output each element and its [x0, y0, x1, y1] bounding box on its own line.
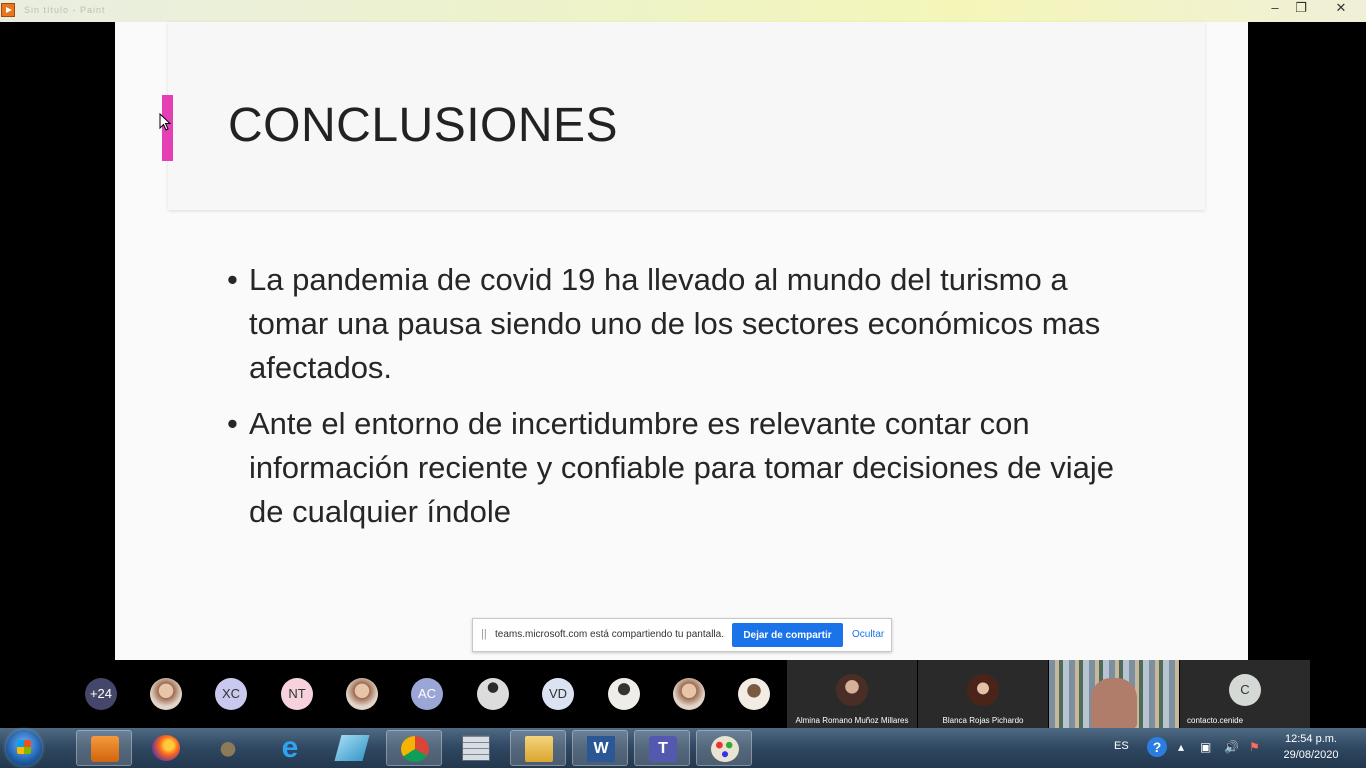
notes-icon — [334, 735, 370, 761]
taskbar-app-paint[interactable] — [696, 730, 752, 766]
faded-window-title: Sin título - Paint — [24, 5, 106, 15]
calculator-icon — [462, 735, 490, 761]
mouse-cursor-icon — [159, 113, 171, 131]
more-participants-badge[interactable]: +24 — [85, 678, 117, 710]
paint-icon — [711, 736, 739, 762]
word-icon: W — [587, 736, 615, 762]
language-indicator[interactable]: ES — [1114, 740, 1129, 752]
taskbar-app-word[interactable]: W — [572, 730, 628, 766]
drag-handle-icon[interactable]: || — [481, 628, 487, 640]
participant-name: Blanca Rojas Pichardo — [942, 716, 1024, 725]
participant-tile[interactable]: Blanca Rojas Pichardo — [918, 660, 1048, 728]
hide-link[interactable]: Ocultar — [852, 629, 884, 640]
window-titlebar: Sin título - Paint – ❐ ✕ — [0, 0, 1366, 22]
participant-avatar[interactable]: NT — [281, 678, 313, 710]
participant-name: Almina Romano Muñoz Millares — [795, 716, 909, 725]
participant-avatar[interactable] — [608, 678, 640, 710]
participant-avatar[interactable] — [673, 678, 705, 710]
volume-icon[interactable]: 🔊 — [1224, 740, 1239, 754]
taskbar-app-ie[interactable]: e — [262, 730, 318, 766]
help-icon[interactable]: ? — [1147, 737, 1167, 757]
start-button[interactable] — [6, 730, 42, 766]
screen-share-bar: || teams.microsoft.com está compartiendo… — [472, 618, 892, 652]
folder-icon — [525, 736, 553, 762]
bullet-list: La pandemia de covid 19 ha llevado al mu… — [227, 258, 1147, 546]
shared-slide: CONCLUSIONES La pandemia de covid 19 ha … — [115, 22, 1248, 660]
teams-icon: T — [649, 736, 677, 762]
network-icon[interactable]: ▣ — [1200, 740, 1211, 754]
participant-photo — [967, 674, 999, 706]
restore-icon[interactable]: ❐ — [1288, 0, 1314, 18]
app-play-icon[interactable] — [1, 3, 15, 17]
show-hidden-icons-icon[interactable]: ▴ — [1178, 740, 1184, 754]
taskbar-app-player[interactable] — [76, 730, 132, 766]
participant-name: contacto.cenide — [1187, 716, 1244, 725]
action-center-icon[interactable]: ⚑ — [1249, 740, 1260, 754]
clock-time[interactable]: 12:54 p.m. — [1280, 733, 1342, 745]
taskbar-app-explorer[interactable] — [510, 730, 566, 766]
firefox-icon — [152, 735, 180, 761]
participants-strip: +24 XC NT AC VD Almina Romano Muñoz Mill… — [0, 660, 1366, 728]
bullet-item-2: Ante el entorno de incertidumbre es rele… — [227, 402, 1147, 534]
clock-date[interactable]: 29/08/2020 — [1280, 749, 1342, 761]
participant-avatar[interactable] — [477, 678, 509, 710]
participant-photo — [836, 674, 868, 706]
participant-avatar[interactable] — [346, 678, 378, 710]
bullet-item-1: La pandemia de covid 19 ha llevado al mu… — [227, 258, 1147, 390]
participant-avatar: C — [1229, 674, 1261, 706]
participant-avatar[interactable]: XC — [215, 678, 247, 710]
taskbar-app-teams[interactable]: T — [634, 730, 690, 766]
gimp-icon — [214, 735, 242, 761]
stop-sharing-button[interactable]: Dejar de compartir — [732, 623, 843, 647]
participant-avatar[interactable] — [150, 678, 182, 710]
taskbar-app-chrome[interactable] — [386, 730, 442, 766]
participant-tile[interactable]: Almina Romano Muñoz Millares — [787, 660, 917, 728]
participant-avatar[interactable]: VD — [542, 678, 574, 710]
taskbar-app-firefox[interactable] — [138, 730, 194, 766]
taskbar-app-gimp[interactable] — [200, 730, 256, 766]
chrome-icon — [401, 736, 429, 762]
taskbar: e W T ES ? ▴ ▣ 🔊 ⚑ 12:54 p.m. 29/08/2020 — [0, 728, 1366, 768]
participant-video-tile[interactable] — [1049, 660, 1179, 728]
slide-title: CONCLUSIONES — [228, 99, 619, 152]
taskbar-app-notes[interactable] — [324, 730, 380, 766]
share-message: teams.microsoft.com está compartiendo tu… — [495, 629, 724, 640]
video-player-icon — [91, 736, 119, 762]
participant-video — [1091, 678, 1137, 728]
minimize-icon[interactable]: – — [1262, 0, 1288, 18]
participant-avatar[interactable]: AC — [411, 678, 443, 710]
participant-tile[interactable]: C contacto.cenide — [1180, 660, 1310, 728]
participant-avatar[interactable] — [738, 678, 770, 710]
taskbar-app-calculator[interactable] — [448, 730, 504, 766]
close-icon[interactable]: ✕ — [1326, 0, 1356, 18]
internet-explorer-icon: e — [281, 731, 299, 764]
